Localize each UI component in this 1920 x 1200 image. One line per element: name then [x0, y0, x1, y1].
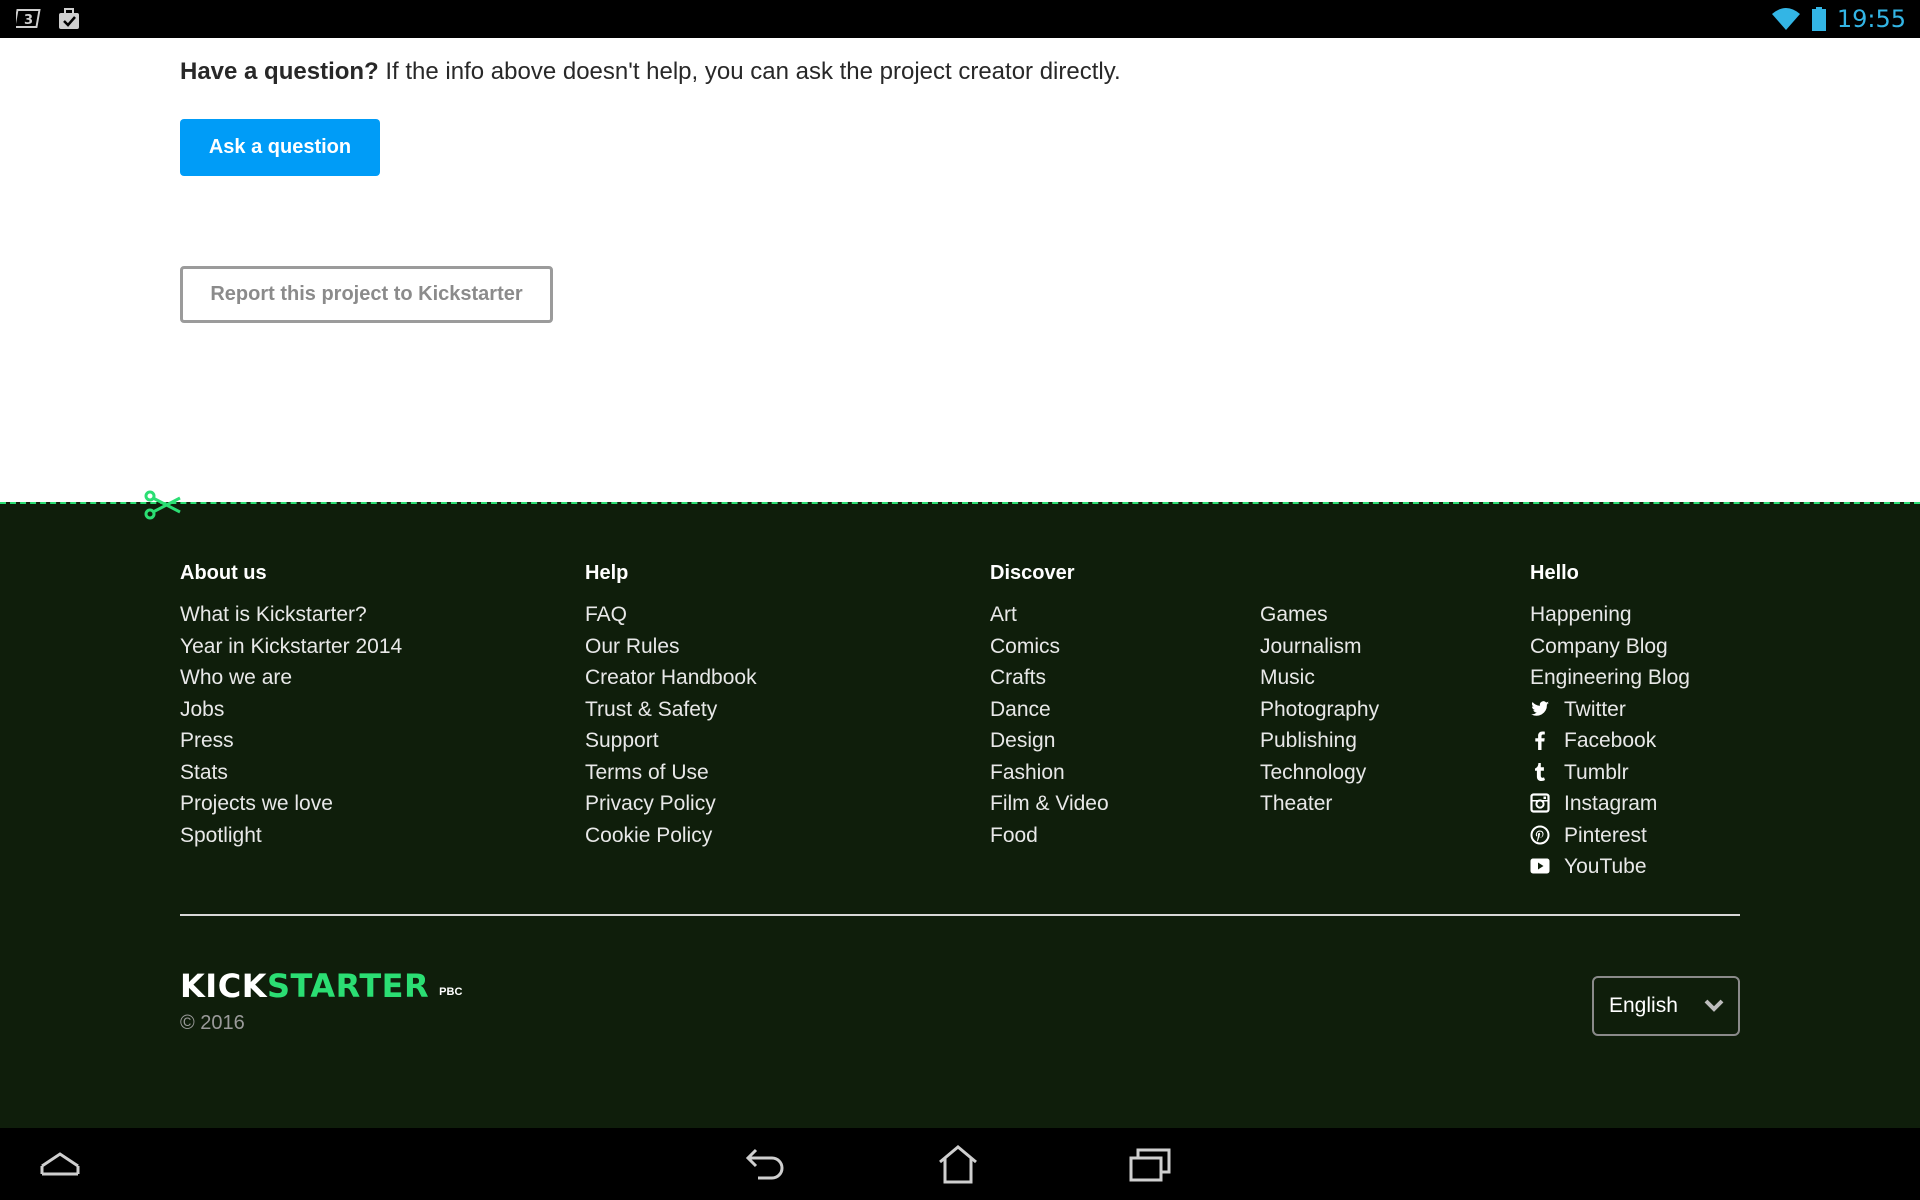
footer-link[interactable]: Fashion [990, 760, 1109, 792]
recent-apps-icon[interactable] [1128, 1144, 1172, 1184]
social-link-pinterest[interactable]: Pinterest [1530, 823, 1690, 855]
footer-col-hello: Hello Happening Company Blog Engineering… [1530, 562, 1690, 886]
footer-link[interactable]: Trust & Safety [585, 697, 757, 729]
youtube-icon [1530, 858, 1550, 874]
footer-link[interactable]: What is Kickstarter? [180, 602, 402, 634]
social-link-twitter[interactable]: Twitter [1530, 697, 1690, 729]
copyright: © 2016 [180, 1012, 245, 1034]
tumblr-icon [1535, 762, 1545, 781]
system-nav-bar [0, 1128, 1920, 1200]
footer-link[interactable]: Spotlight [180, 823, 402, 855]
footer-link[interactable]: Our Rules [585, 634, 757, 666]
footer-link[interactable]: Comics [990, 634, 1109, 666]
battery-icon [1811, 7, 1826, 31]
footer-link[interactable]: Art [990, 602, 1109, 634]
question-heading: Have a question? [180, 58, 379, 85]
footer-heading-discover: Discover [990, 562, 1075, 584]
footer-link[interactable]: Creator Handbook [585, 665, 757, 697]
logo-pbc: PBC [439, 986, 463, 998]
footer-link[interactable]: Technology [1260, 760, 1379, 792]
footer-link[interactable]: Stats [180, 760, 402, 792]
social-label: Facebook [1564, 729, 1657, 752]
footer-link[interactable]: Journalism [1260, 634, 1379, 666]
footer-link[interactable]: Music [1260, 665, 1379, 697]
footer-link[interactable]: Who we are [180, 665, 402, 697]
clock: 19:55 [1836, 5, 1906, 33]
footer-link[interactable]: Projects we love [180, 791, 402, 823]
footer-link[interactable]: Design [990, 728, 1109, 760]
chevron-down-icon [1704, 999, 1724, 1012]
footer-link[interactable]: Film & Video [990, 791, 1109, 823]
footer-link[interactable]: Photography [1260, 697, 1379, 729]
social-label: YouTube [1564, 855, 1647, 878]
footer-link[interactable]: Jobs [180, 697, 402, 729]
social-link-youtube[interactable]: YouTube [1530, 854, 1690, 886]
footer-heading-about: About us [180, 562, 267, 584]
site-footer: About us What is Kickstarter? Year in Ki… [0, 490, 1920, 1128]
pinterest-icon [1530, 825, 1550, 844]
main-content: Have a question? If the info above doesn… [0, 38, 1920, 502]
home-icon[interactable] [936, 1144, 980, 1184]
kickstarter-logo[interactable]: KICK STARTER PBC [180, 967, 463, 1005]
question-body: If the info above doesn't help, you can … [378, 58, 1121, 85]
social-link-tumblr[interactable]: Tumblr [1530, 760, 1690, 792]
footer-link[interactable]: Terms of Use [585, 760, 757, 792]
ask-question-button[interactable]: Ask a question [180, 119, 380, 176]
footer-link[interactable]: Company Blog [1530, 634, 1690, 666]
sim-3g-icon: 3 [16, 9, 41, 28]
footer-link[interactable]: Publishing [1260, 728, 1379, 760]
logo-kick: KICK [180, 967, 267, 1005]
footer-link[interactable]: Happening [1530, 602, 1690, 634]
logo-starter: STARTER [266, 967, 430, 1005]
status-bar: 3 19:55 [0, 0, 1920, 38]
footer-link[interactable]: Engineering Blog [1530, 665, 1690, 697]
footer-heading-hello: Hello [1530, 562, 1579, 584]
footer-link[interactable]: Year in Kickstarter 2014 [180, 634, 402, 666]
instagram-icon [1530, 793, 1550, 813]
facebook-icon [1535, 731, 1545, 750]
social-label: Pinterest [1564, 823, 1647, 847]
footer-link[interactable]: FAQ [585, 602, 757, 634]
footer-link[interactable]: Theater [1260, 791, 1379, 823]
wifi-icon [1771, 8, 1800, 30]
scissors-icon [144, 490, 181, 520]
social-label: Twitter [1564, 697, 1626, 721]
footer-divider [180, 914, 1740, 916]
footer-link[interactable]: Dance [990, 697, 1109, 729]
social-label: Instagram [1564, 792, 1658, 815]
footer-link[interactable]: Food [990, 823, 1109, 855]
language-select[interactable]: English [1592, 976, 1740, 1036]
footer-col-discover: Discover Art Comics Crafts Dance Design … [990, 562, 1109, 854]
footer-link[interactable]: Press [180, 728, 402, 760]
task-icon [59, 8, 79, 29]
footer-link[interactable]: Cookie Policy [585, 823, 757, 855]
footer-heading-help: Help [585, 562, 629, 584]
footer-link[interactable]: Games [1260, 602, 1379, 634]
question-text: Have a question? If the info above doesn… [180, 58, 1121, 86]
language-value: English [1609, 994, 1678, 1017]
svg-text:3: 3 [24, 13, 33, 28]
footer-col-help: Help FAQ Our Rules Creator Handbook Trus… [585, 562, 757, 854]
social-link-facebook[interactable]: Facebook [1530, 728, 1690, 760]
social-link-instagram[interactable]: Instagram [1530, 791, 1690, 823]
footer-col-about: About us What is Kickstarter? Year in Ki… [180, 562, 402, 854]
footer-col-discover-2: Games Journalism Music Photography Publi… [1260, 562, 1379, 823]
social-label: Tumblr [1564, 760, 1629, 784]
report-project-button[interactable]: Report this project to Kickstarter [180, 266, 553, 323]
footer-link[interactable]: Crafts [990, 665, 1109, 697]
footer-link[interactable]: Support [585, 728, 757, 760]
twitter-icon [1531, 700, 1549, 716]
expand-up-icon[interactable] [38, 1144, 82, 1184]
back-icon[interactable] [744, 1144, 788, 1184]
footer-link[interactable]: Privacy Policy [585, 791, 757, 823]
